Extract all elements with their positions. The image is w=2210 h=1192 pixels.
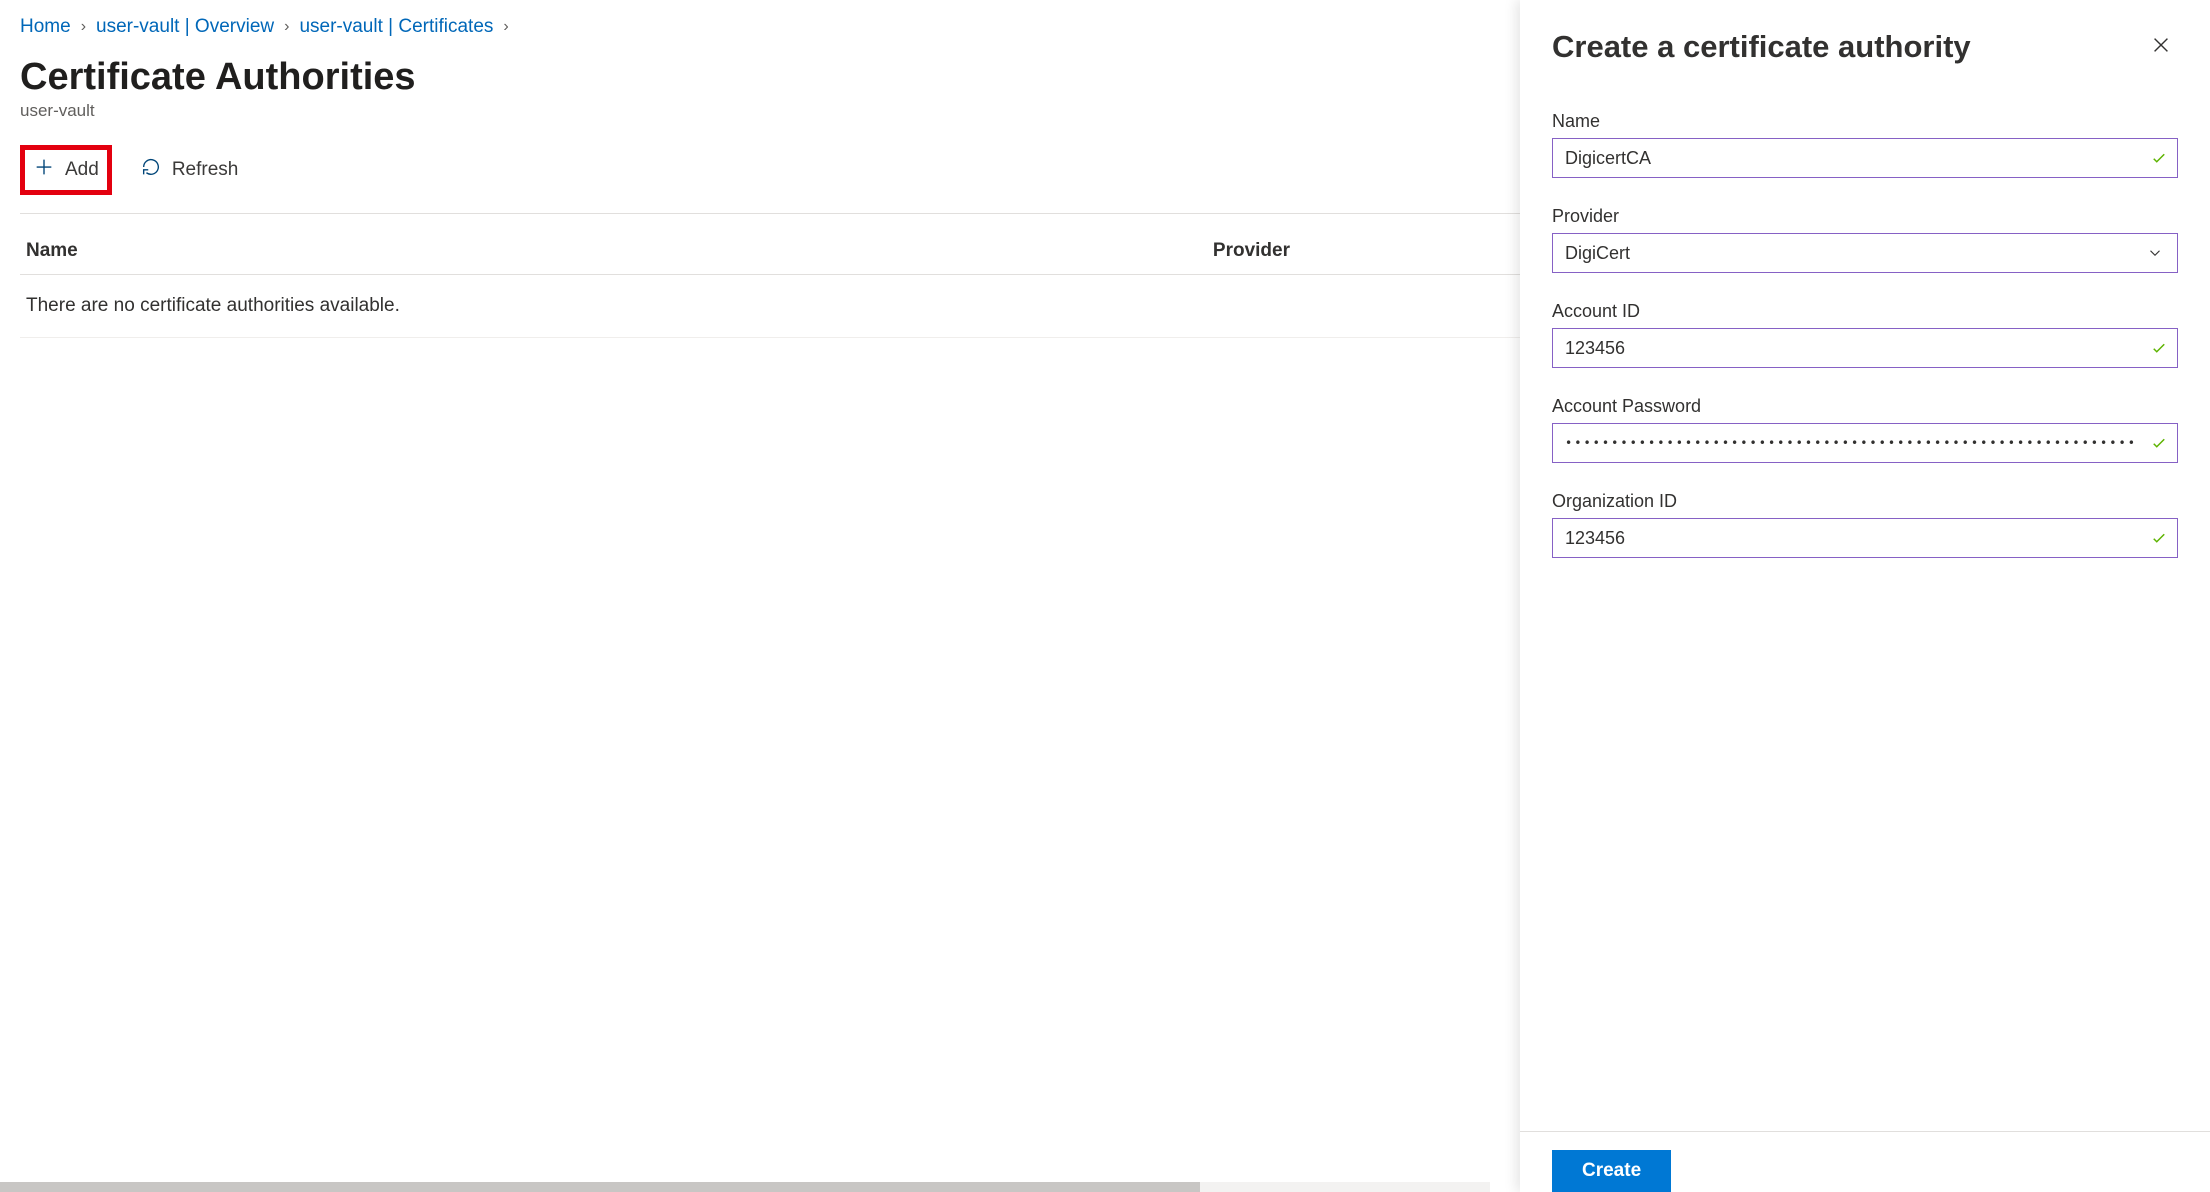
organization-id-label: Organization ID [1552, 491, 2178, 512]
refresh-icon [140, 156, 162, 184]
close-button[interactable] [2144, 28, 2178, 65]
breadcrumb-link-certificates[interactable]: user-vault | Certificates [299, 16, 493, 38]
account-id-label: Account ID [1552, 301, 2178, 322]
create-button[interactable]: Create [1552, 1150, 1671, 1192]
chevron-right-icon: › [284, 18, 289, 36]
chevron-right-icon: › [81, 18, 86, 36]
add-label: Add [65, 159, 99, 181]
highlight-box: Add [20, 145, 112, 195]
breadcrumb-link-overview[interactable]: user-vault | Overview [96, 16, 274, 38]
organization-id-field[interactable] [1552, 518, 2178, 558]
chevron-right-icon: › [503, 18, 508, 36]
refresh-label: Refresh [172, 159, 239, 181]
plus-icon [33, 156, 55, 184]
provider-select[interactable]: DigiCert [1552, 233, 2178, 273]
close-icon [2150, 44, 2172, 59]
add-button[interactable]: Add [25, 150, 107, 190]
name-field[interactable] [1552, 138, 2178, 178]
account-id-field[interactable] [1552, 328, 2178, 368]
refresh-button[interactable]: Refresh [132, 150, 247, 190]
column-header-name[interactable]: Name [26, 240, 1213, 262]
horizontal-scrollbar[interactable] [0, 1182, 1490, 1192]
create-ca-panel: Create a certificate authority Name Prov… [1520, 0, 2210, 1192]
name-label: Name [1552, 111, 2178, 132]
provider-label: Provider [1552, 206, 2178, 227]
account-password-field[interactable] [1552, 423, 2178, 463]
account-password-label: Account Password [1552, 396, 2178, 417]
breadcrumb-link-home[interactable]: Home [20, 16, 71, 38]
panel-title: Create a certificate authority [1552, 29, 1971, 65]
